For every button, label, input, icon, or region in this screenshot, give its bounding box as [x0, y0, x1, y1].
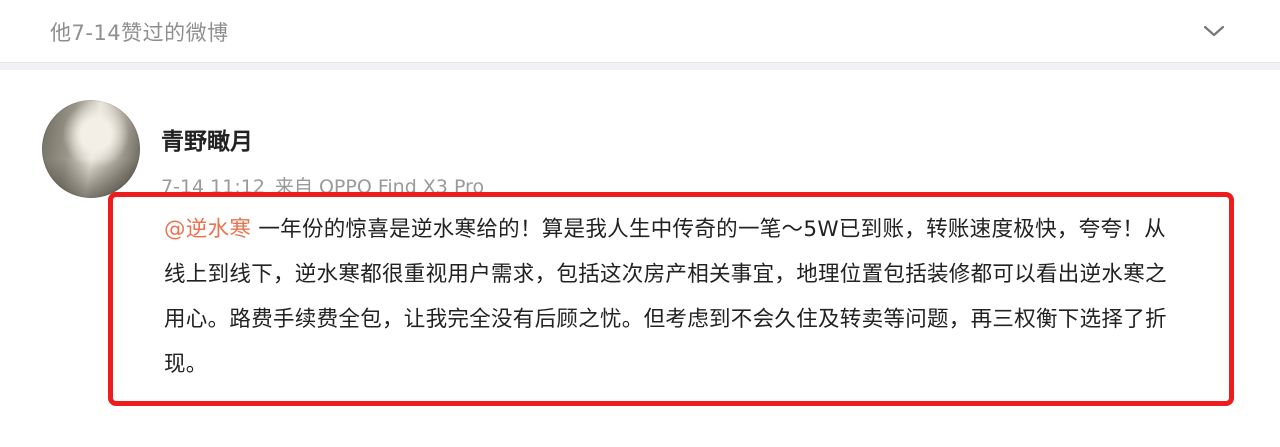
chevron-down-icon[interactable]	[1200, 17, 1228, 45]
weibo-post-card: 青野瞰月 7-14 11:12 来自 OPPO Find X3 Pro @逆水寒 …	[0, 70, 1280, 447]
post-text: @逆水寒 一年份的惊喜是逆水寒给的！算是我人生中传奇的一笔～5W已到账，转账速度…	[164, 207, 1184, 387]
highlighted-post-content: @逆水寒 一年份的惊喜是逆水寒给的！算是我人生中传奇的一笔～5W已到账，转账速度…	[108, 192, 1234, 406]
username[interactable]: 青野瞰月	[161, 122, 253, 156]
liked-posts-header: 他7-14赞过的微博	[0, 0, 1280, 63]
post-body: 一年份的惊喜是逆水寒给的！算是我人生中传奇的一笔～5W已到账，转账速度极快，夸夸…	[164, 217, 1167, 377]
section-title: 他7-14赞过的微博	[50, 21, 229, 45]
mention-link[interactable]: @逆水寒	[164, 217, 251, 242]
avatar[interactable]	[42, 100, 140, 198]
